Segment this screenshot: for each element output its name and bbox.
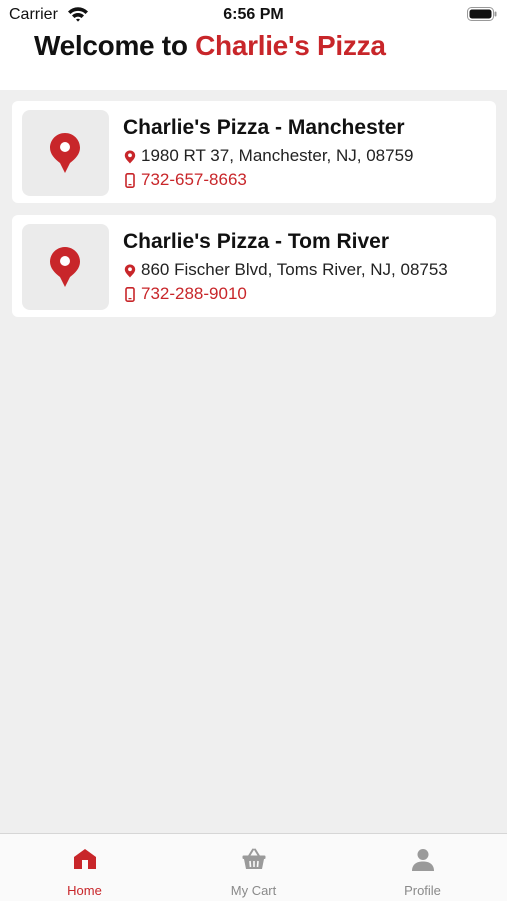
- map-pin-icon: [50, 247, 80, 287]
- tab-bar: Home My Cart Profile: [0, 833, 507, 901]
- store-thumbnail: [22, 224, 109, 310]
- store-name: Charlie's Pizza - Manchester: [123, 116, 405, 139]
- store-address: 860 Fischer Blvd, Toms River, NJ, 08753: [123, 260, 448, 280]
- map-pin-icon: [50, 133, 80, 173]
- address-text: 860 Fischer Blvd, Toms River, NJ, 08753: [141, 260, 448, 279]
- location-icon: [124, 150, 136, 164]
- title-prefix: Welcome to: [34, 30, 188, 61]
- address-text: 1980 RT 37, Manchester, NJ, 08759: [141, 146, 414, 165]
- store-phone[interactable]: 732-288-9010: [123, 284, 247, 304]
- store-address: 1980 RT 37, Manchester, NJ, 08759: [123, 146, 414, 166]
- store-name: Charlie's Pizza - Tom River: [123, 230, 390, 253]
- phone-icon: [125, 287, 135, 303]
- location-icon: [124, 264, 136, 278]
- store-phone[interactable]: 732-657-8663: [123, 170, 247, 190]
- store-list: Charlie's Pizza - Manchester 1980 RT 37,…: [12, 101, 496, 329]
- tab-profile[interactable]: Profile: [338, 834, 507, 901]
- phone-text: 732-657-8663: [141, 170, 247, 189]
- store-card-toms-river[interactable]: Charlie's Pizza - Tom River 860 Fischer …: [12, 215, 496, 317]
- page-title: Welcome to Charlie's Pizza: [34, 30, 386, 62]
- tab-home[interactable]: Home: [0, 834, 169, 901]
- status-bar: Carrier 6:56 PM: [0, 0, 507, 30]
- phone-icon: [125, 173, 135, 189]
- title-brand: Charlie's Pizza: [195, 30, 386, 61]
- tab-profile-label: Profile: [404, 883, 441, 898]
- tab-my-cart-label: My Cart: [230, 883, 277, 898]
- store-card-manchester[interactable]: Charlie's Pizza - Manchester 1980 RT 37,…: [12, 101, 496, 203]
- person-icon: [412, 849, 434, 871]
- app-header: Welcome to Charlie's Pizza: [0, 30, 507, 90]
- phone-text: 732-288-9010: [141, 284, 247, 303]
- battery-icon: [467, 7, 497, 21]
- home-icon: [74, 849, 96, 869]
- store-thumbnail: [22, 110, 109, 196]
- tab-home-label: Home: [67, 883, 102, 898]
- clock-label: 6:56 PM: [223, 6, 284, 23]
- tab-my-cart[interactable]: My Cart: [169, 834, 338, 901]
- basket-icon: [242, 848, 266, 869]
